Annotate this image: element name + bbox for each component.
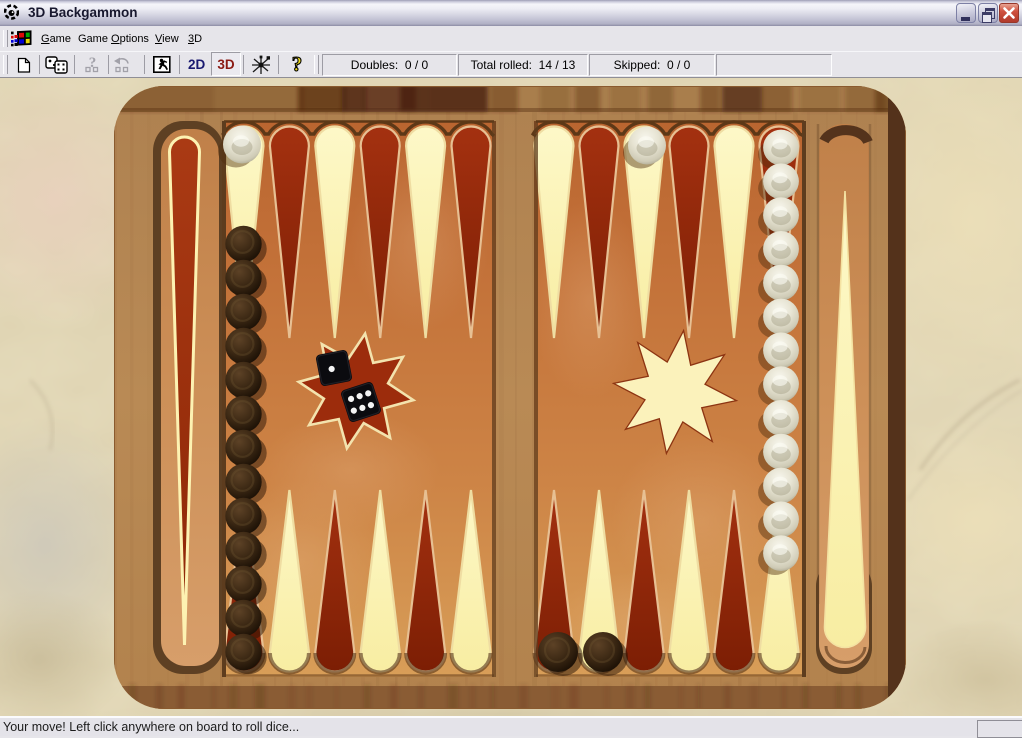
- svg-text:?: ?: [292, 54, 303, 75]
